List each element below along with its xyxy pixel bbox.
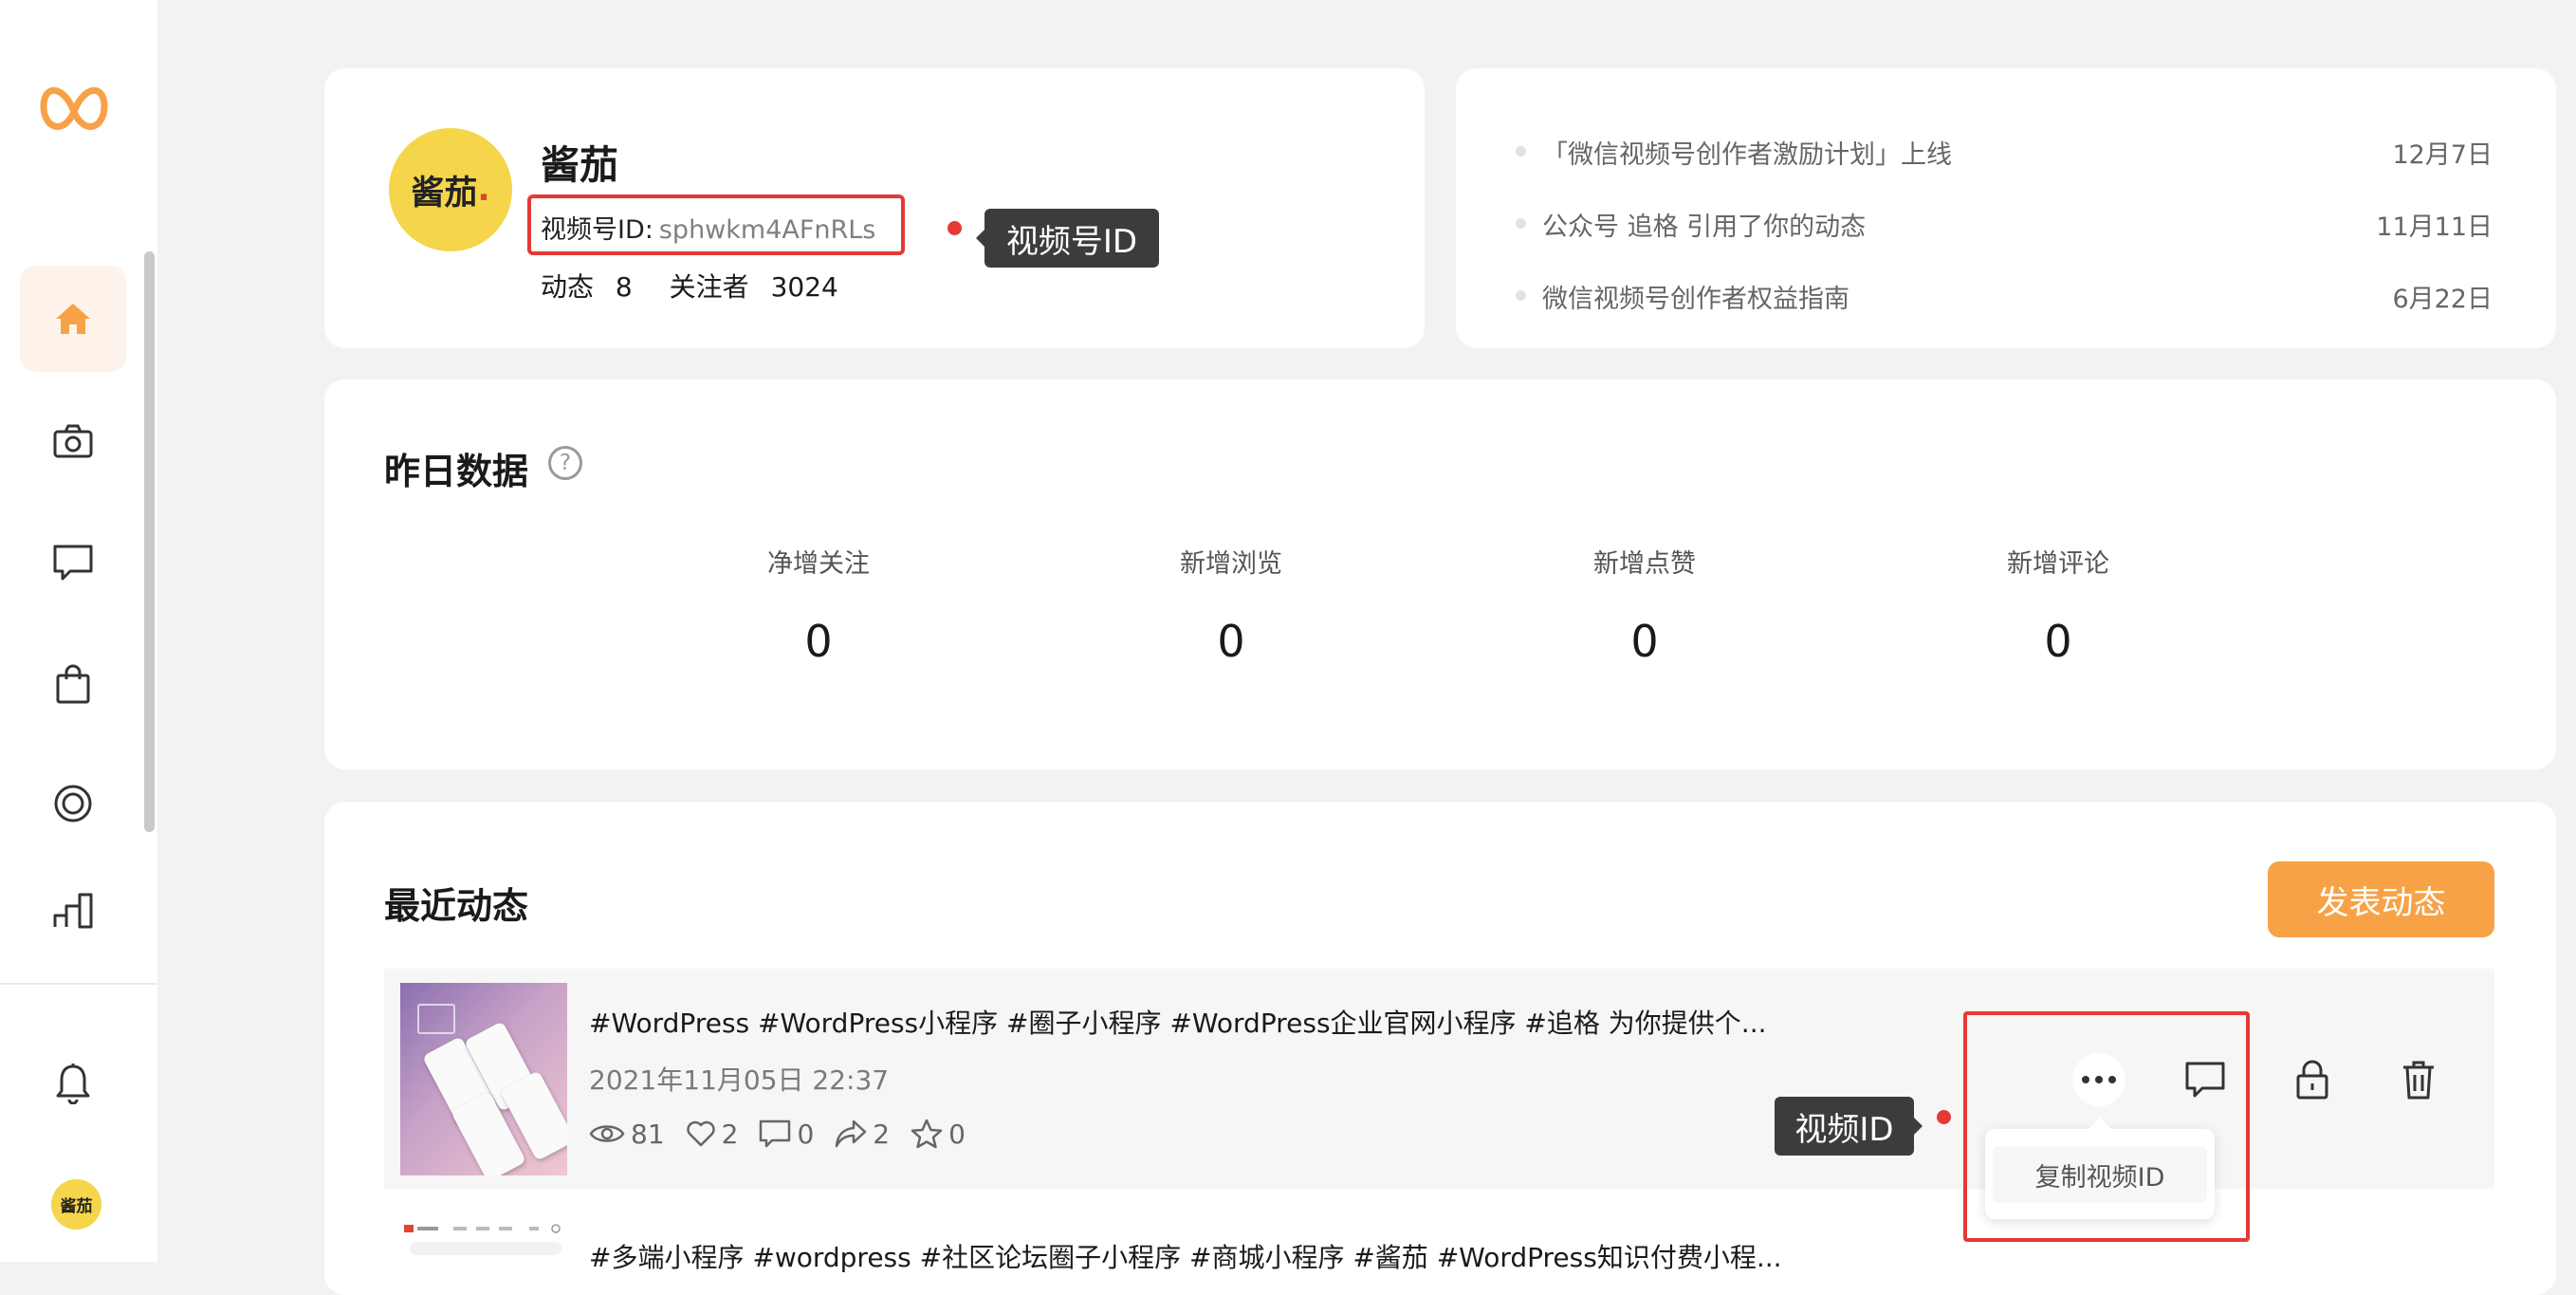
notice-bullet [1516,218,1526,229]
posts-count: 8 [615,271,633,303]
views-count: 81 [631,1118,665,1150]
metric-label: 新增评论 [2007,549,2109,579]
more-dots-icon [2081,1075,2117,1084]
post-thumbnail[interactable] [400,983,567,1175]
notice-text[interactable]: 「微信视频号创作者激励计划」上线 [1542,134,1952,171]
metric-new-comments: 新增评论 0 [1916,543,2200,667]
sidebar-item-home[interactable] [20,266,126,372]
metric-new-views: 新增浏览 0 [1089,543,1373,667]
more-menu: 复制视频ID [1985,1118,2215,1219]
live-circle-icon [53,784,93,823]
metric-label: 新增点赞 [1593,549,1696,579]
sidebar-item-camera[interactable] [20,388,126,494]
image-icon [417,1004,455,1034]
sidebar-item-shop[interactable] [20,631,126,737]
metric-value: 0 [804,616,833,667]
metric-label: 净增关注 [767,549,870,579]
profile-nickname: 酱茄 [541,142,618,188]
delete-button[interactable] [2392,1053,2445,1106]
user-avatar[interactable]: 酱茄 [51,1179,101,1230]
sidebar: 酱茄 [0,0,157,1262]
followers-label: 关注者 [669,271,749,303]
metric-net-follow: 净增关注 0 [676,543,961,667]
sidebar-item-comments[interactable] [20,509,126,616]
sidebar-item-data[interactable] [20,858,126,964]
followers-count: 3024 [770,271,838,303]
posts-label: 动态 [541,271,595,303]
notice-date: 12月7日 [2392,140,2493,170]
channel-id[interactable]: 视频号ID: sphwkm4AFnRLs [541,209,875,246]
avatar-dot: . [477,171,490,209]
recent-title: 最近动态 [384,885,529,927]
views-stat: 81 [589,1119,665,1150]
publish-post-button[interactable]: 发表动态 [2268,861,2494,937]
profile-avatar: 酱茄. [389,128,512,251]
favorites-stat: 0 [911,1119,966,1150]
post-title[interactable]: #多端小程序 #wordpress #社区论坛圈子小程序 #商城小程序 #酱茄 … [589,1237,1782,1275]
yesterday-title: 昨日数据 [384,451,529,492]
star-icon [911,1119,948,1149]
shares-count: 2 [873,1118,891,1150]
channels-logo-icon[interactable] [38,78,110,146]
notice-date: 6月22日 [2392,285,2493,314]
comments-count: 0 [797,1118,815,1150]
likes-count: 2 [721,1118,739,1150]
sidebar-scrollbar[interactable] [144,251,155,832]
metric-value: 0 [1217,616,1245,667]
comment-icon [53,545,93,581]
privacy-button[interactable] [2286,1053,2339,1106]
share-icon [835,1119,873,1148]
yesterday-data-card [324,379,2556,769]
comment-icon [2185,1062,2225,1098]
notice-text[interactable]: 公众号 追格 引用了你的动态 [1542,206,1866,243]
sidebar-item-live[interactable] [20,750,126,857]
shopping-bag-icon [56,664,90,704]
camera-icon [53,424,93,458]
channel-id-value[interactable]: sphwkm4AFnRLs [659,215,876,245]
sidebar-divider [0,983,157,985]
avatar-text: 酱茄 [411,174,478,213]
comments-stat: 0 [759,1119,814,1150]
metric-value: 0 [2044,616,2072,667]
profile-stats: 动态 8 关注者 3024 [541,267,838,305]
video-id-annotation: 视频ID [1775,1097,1914,1156]
bar-chart-icon [53,893,93,929]
home-icon [54,302,92,336]
post-stats: 81 2 0 2 0 [589,1117,986,1151]
channel-id-label: 视频号ID: [541,215,653,245]
favorites-count: 0 [948,1118,966,1150]
bell-icon [55,1063,91,1104]
metric-label: 新增浏览 [1180,549,1282,579]
notice-date: 11月11日 [2376,213,2493,242]
lock-icon [2295,1060,2329,1100]
copy-video-id-menu-item[interactable]: 复制视频ID [1993,1146,2207,1203]
heart-icon [686,1120,722,1147]
metric-value: 0 [1630,616,1659,667]
channel-id-annotation: 视频号ID [984,209,1159,268]
post-date: 2021年11月05日 22:37 [589,1064,890,1096]
annotation-dot [1937,1110,1951,1124]
notice-text[interactable]: 微信视频号创作者权益指南 [1542,278,1849,315]
post-title[interactable]: #WordPress #WordPress小程序 #圈子小程序 #WordPre… [589,1003,1767,1041]
eye-icon [589,1121,631,1146]
comment-icon [759,1119,797,1148]
help-icon[interactable]: ? [548,446,582,480]
metric-new-likes: 新增点赞 0 [1502,543,1787,667]
annotation-dot [948,221,962,235]
trash-icon [2401,1060,2436,1100]
notifications-button[interactable] [20,1030,126,1137]
comment-button[interactable] [2179,1053,2232,1106]
notice-bullet [1516,290,1526,301]
post-thumbnail[interactable] [400,1219,567,1262]
more-button[interactable] [2072,1053,2125,1106]
shares-stat: 2 [835,1119,890,1150]
likes-stat: 2 [686,1118,739,1150]
notice-bullet [1516,146,1526,157]
